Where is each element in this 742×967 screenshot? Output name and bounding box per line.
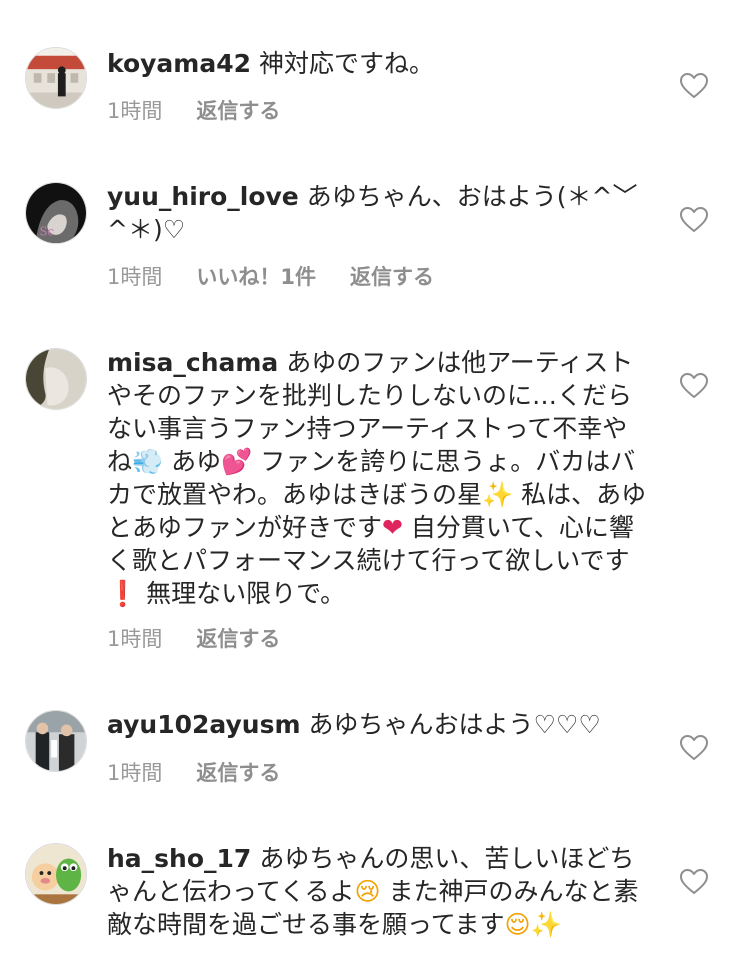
user-avatar-image bbox=[26, 711, 86, 771]
comment-text: koyama42 神対応ですね。 bbox=[107, 47, 652, 80]
like-count-button[interactable]: いいね！1件 bbox=[196, 262, 316, 292]
comment-username[interactable]: ha_sho_17 bbox=[107, 844, 251, 873]
heart-outline-icon[interactable] bbox=[680, 207, 708, 233]
svg-text:Sc: Sc bbox=[40, 224, 54, 238]
comment-text: misa_chama あゆのファンは他アーティストやそのファンを批判したりしないの… bbox=[107, 346, 652, 610]
comment-meta: 1時間 いいね！1件 返信する bbox=[107, 262, 468, 292]
crying-face-emoji-icon: 😢 bbox=[354, 877, 381, 906]
sparkles-emoji-icon: ✨ bbox=[482, 480, 514, 509]
comment-username[interactable]: ayu102ayusm bbox=[107, 710, 301, 739]
comment-meta: 1時間 返信する bbox=[107, 96, 314, 126]
user-avatar[interactable] bbox=[25, 348, 87, 410]
comment-time: 1時間 bbox=[107, 99, 163, 123]
red-heart-emoji-icon: ❤ bbox=[382, 513, 403, 542]
comment-time: 1時間 bbox=[107, 627, 163, 651]
user-avatar[interactable] bbox=[25, 843, 87, 905]
user-avatar-image bbox=[26, 48, 86, 108]
user-avatar[interactable]: Sc bbox=[25, 182, 87, 244]
reply-button[interactable]: 返信する bbox=[196, 758, 280, 788]
exclamation-emoji-icon: ❗ bbox=[107, 579, 139, 608]
user-avatar[interactable] bbox=[25, 710, 87, 772]
comment-text: ha_sho_17 あゆちゃんの思い、苦しいほどちゃんと伝わってくるよ😢 また神戸… bbox=[107, 842, 652, 941]
heart-outline-icon[interactable] bbox=[680, 735, 708, 761]
user-avatar-image bbox=[26, 349, 86, 409]
comment-time: 1時間 bbox=[107, 265, 163, 289]
heart-outline-icon[interactable] bbox=[680, 73, 708, 99]
reply-button[interactable]: 返信する bbox=[350, 262, 434, 292]
comment-username[interactable]: misa_chama bbox=[107, 348, 278, 377]
comment-text: yuu_hiro_love あゆちゃん、おはよう(＊^﹀^＊)♡ bbox=[107, 180, 652, 246]
heart-outline-icon[interactable] bbox=[680, 869, 708, 895]
user-avatar[interactable] bbox=[25, 47, 87, 109]
comment-username[interactable]: yuu_hiro_love bbox=[107, 182, 299, 211]
comment-message: あゆちゃんおはよう♡♡♡ bbox=[308, 710, 601, 739]
comment-time: 1時間 bbox=[107, 761, 163, 785]
comment-meta: 1時間 返信する bbox=[107, 624, 314, 654]
comment-text: ayu102ayusm あゆちゃんおはよう♡♡♡ bbox=[107, 708, 652, 741]
comment-message-part: あゆ bbox=[163, 447, 222, 476]
comment-list: koyama42 神対応ですね。 1時間 返信する Sc yuu_hiro_love… bbox=[0, 0, 742, 967]
comment-username[interactable]: koyama42 bbox=[107, 49, 251, 78]
two-hearts-emoji-icon: 💕 bbox=[221, 447, 253, 476]
relieved-face-emoji-icon: 😌 bbox=[504, 910, 531, 939]
dash-emoji-icon: 💨 bbox=[132, 447, 164, 476]
reply-button[interactable]: 返信する bbox=[196, 624, 280, 654]
heart-outline-icon[interactable] bbox=[680, 373, 708, 399]
comment-meta: 1時間 返信する bbox=[107, 758, 314, 788]
user-avatar-image: Sc bbox=[26, 183, 86, 243]
sparkles-emoji-icon: ✨ bbox=[530, 910, 562, 939]
comment-message: 神対応ですね。 bbox=[259, 49, 435, 78]
reply-button[interactable]: 返信する bbox=[196, 96, 280, 126]
comment-message-part: 無理ない限りで。 bbox=[138, 579, 346, 608]
user-avatar-image bbox=[26, 844, 86, 904]
